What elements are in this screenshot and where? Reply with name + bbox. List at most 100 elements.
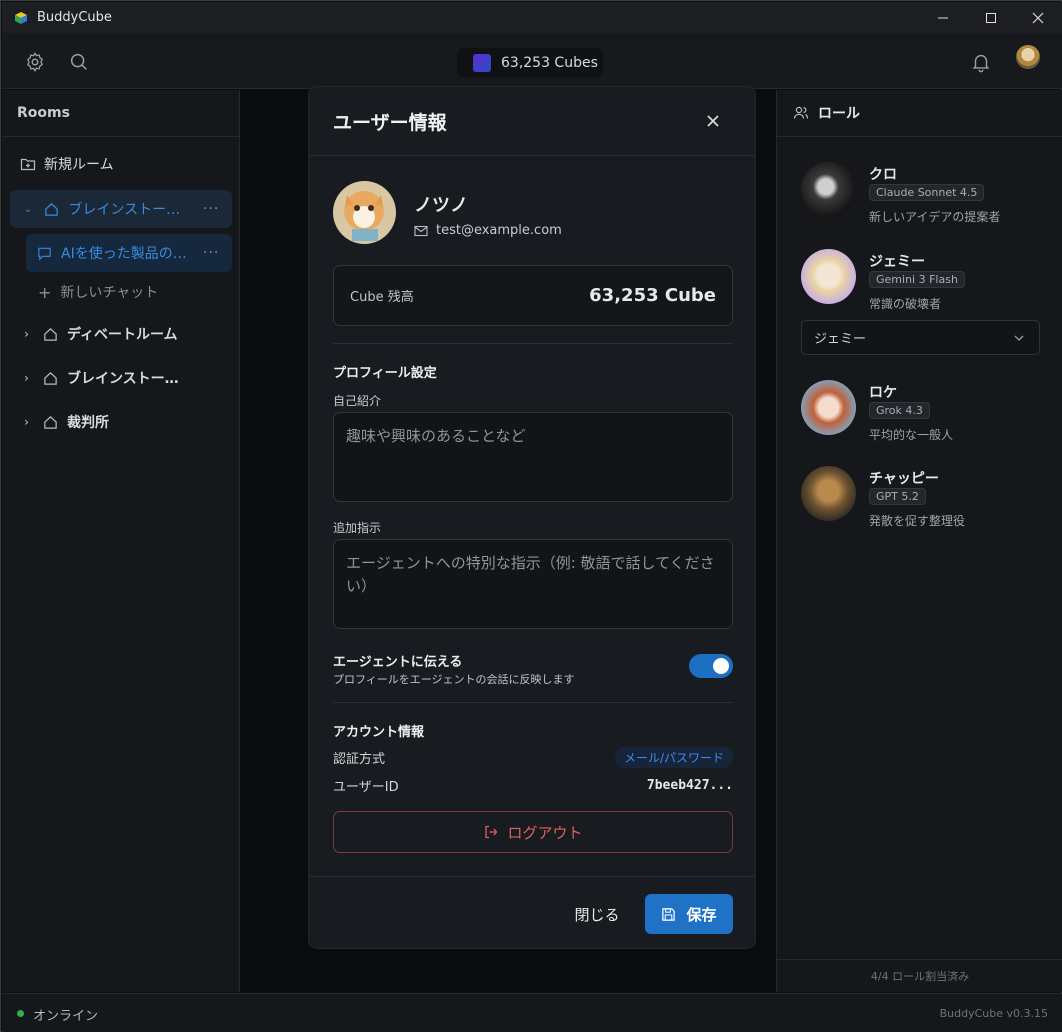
room-more-icon[interactable]: ··· [203,201,219,217]
role-select-value: ジェミー [814,332,867,347]
account-info-title: アカウント情報 [333,725,425,740]
share-with-agent-label: エージェントに伝える [333,655,463,670]
role-avatar [801,162,856,217]
new-chat-button[interactable]: + 新しいチャット [38,282,158,302]
cube-icon [473,53,491,72]
room-label: ブレインストー… [66,371,179,387]
share-with-agent-toggle[interactable] [689,654,733,678]
role-card-jemmy[interactable]: ジェミー Gemini 3 Flash 常識の破壊者 [801,249,1051,311]
close-button[interactable]: 閉じる [561,894,633,934]
close-icon[interactable] [703,111,723,131]
chat-label: AIを使った製品の… [61,246,187,262]
save-button[interactable]: 保存 [645,894,733,934]
chevron-right-icon: › [24,327,29,341]
chevron-down-icon: ⌄ [24,203,33,215]
role-name: クロ [869,167,897,183]
sidebar-title: Rooms [2,90,239,137]
chat-item-active[interactable]: AIを使った製品の… ··· [26,234,232,272]
role-model-badge: Grok 4.3 [869,402,930,419]
toggle-knob [713,658,729,674]
logout-button[interactable]: ログアウト [333,811,733,853]
search-icon[interactable] [68,51,90,73]
minimize-button[interactable] [920,2,966,33]
app-window: BuddyCube 63,253 Cubes Rooms 新規ルーム ⌄ ブレイ… [0,0,1062,1032]
role-name: ジェミー [869,254,925,270]
role-description: 平均的な一般人 [869,428,954,442]
role-description: 新しいアイデアの提案者 [869,210,1001,224]
users-icon [793,106,809,119]
logout-icon [485,825,498,839]
divider [333,702,733,703]
bio-textarea[interactable]: 趣味や興味のあることなど [333,412,733,502]
role-card-kuro[interactable]: クロ Claude Sonnet 4.5 新しいアイデアの提案者 [801,162,1051,224]
bell-icon[interactable] [970,51,992,73]
top-toolbar: 63,253 Cubes [2,33,1062,89]
role-name: ロケ [869,385,897,401]
logout-label: ログアウト [507,823,583,842]
role-description: 発散を促す整理役 [869,514,966,528]
user-info-dialog: ユーザー情報 ノツノ test@example.com Cube 残高 63,2… [308,86,756,949]
home-icon [45,202,59,216]
chat-more-icon[interactable]: ··· [203,245,219,261]
room-item-brainstorm-active[interactable]: ⌄ ブレインストー… ··· [10,190,232,228]
maximize-button[interactable] [968,2,1014,33]
bio-label: 自己紹介 [333,394,382,408]
folder-plus-icon [20,158,36,171]
minimize-icon [938,17,948,18]
chevron-right-icon: › [24,415,29,429]
roles-panel: ロール クロ Claude Sonnet 4.5 新しいアイデアの提案者 ジェミ… [776,90,1062,992]
instructions-textarea[interactable]: エージェントへの特別な指示（例: 敬語で話してください） [333,539,733,629]
email-text: test@example.com [436,223,562,238]
role-model-badge: Gemini 3 Flash [869,271,965,288]
new-room-button[interactable]: 新規ルーム [20,154,114,174]
mail-icon [414,225,428,236]
close-icon [1032,12,1044,23]
cube-balance-pill[interactable]: 63,253 Cubes [457,48,603,77]
maximize-icon [986,12,996,23]
chevron-down-icon [1014,335,1024,341]
dialog-footer-divider [309,876,755,877]
room-item-brainstorm-2[interactable]: › ブレインストー… [24,368,179,388]
auth-method-row: 認証方式 メール/パスワード [333,747,733,768]
room-item-debate[interactable]: › ディベートルーム [24,324,178,344]
cat-avatar-image [333,181,396,244]
profile-settings-title: プロフィール設定 [333,366,437,381]
role-description: 常識の破壊者 [869,297,942,311]
version-text: BuddyCube v0.3.15 [939,1007,1048,1020]
rooms-sidebar: Rooms 新規ルーム ⌄ ブレインストー… ··· AIを使った製品の… ··… [2,90,240,992]
cube-balance-card: Cube 残高 63,253 Cube [333,265,733,326]
user-avatar[interactable] [1016,45,1040,69]
save-label: 保存 [686,905,717,924]
room-label: ディベートルーム [66,327,178,343]
role-card-roke[interactable]: ロケ Grok 4.3 平均的な一般人 [801,380,1051,442]
role-model-badge: GPT 5.2 [869,488,926,505]
role-card-chappy[interactable]: チャッピー GPT 5.2 発散を促す整理役 [801,466,1051,528]
role-select[interactable]: ジェミー [801,320,1040,355]
save-icon [662,907,676,921]
balance-value: 63,253 Cube [589,285,716,306]
room-item-court[interactable]: › 裁判所 [24,412,109,432]
room-label: ブレインストー… [68,202,181,218]
divider [333,343,733,344]
roles-header: ロール [777,90,1062,137]
roles-footer: 4/4 ロール割当済み [777,959,1062,992]
profile-name: ノツノ [414,195,468,216]
new-chat-label: 新しいチャット [60,285,159,301]
cube-balance-text: 63,253 Cubes [501,54,598,71]
share-with-agent-description: プロフィールをエージェントの会話に反映します [333,673,575,686]
profile-avatar[interactable] [333,181,396,244]
user-id-value: 7beeb427... [646,778,733,793]
window-close-button[interactable] [1015,2,1061,33]
dialog-title: ユーザー情報 [309,87,755,156]
profile-email: test@example.com [414,223,562,238]
instructions-label: 追加指示 [333,521,382,535]
gear-icon[interactable] [24,51,46,73]
role-name: チャッピー [869,471,939,487]
new-room-label: 新規ルーム [44,157,114,173]
auth-method-label: 認証方式 [333,752,386,767]
auth-method-badge: メール/パスワード [614,747,733,768]
role-avatar [801,466,856,521]
user-id-label: ユーザーID [333,780,399,795]
title-bar: BuddyCube [2,2,1062,33]
room-label: 裁判所 [66,415,109,431]
